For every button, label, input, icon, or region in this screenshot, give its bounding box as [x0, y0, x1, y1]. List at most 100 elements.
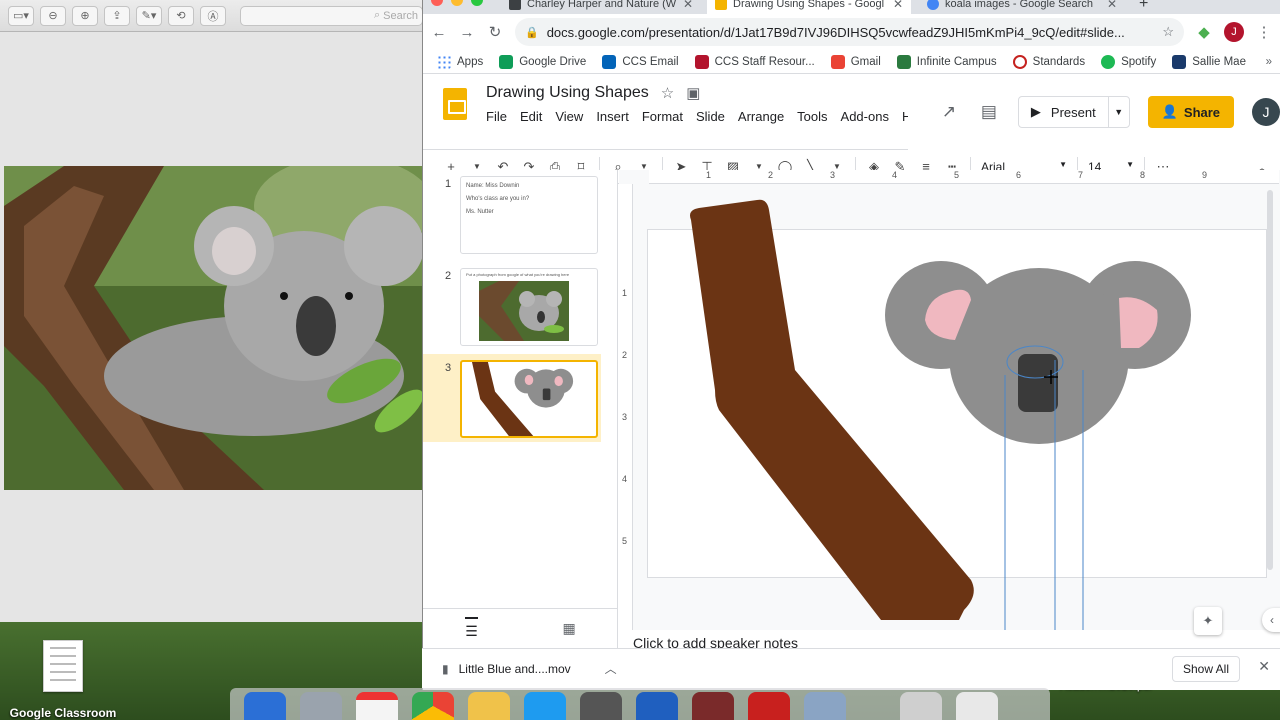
slide-thumbnail-row-selected[interactable]: 3 — [423, 354, 601, 442]
explore-icon[interactable]: ✦ — [1194, 607, 1222, 635]
star-icon[interactable]: ☆ — [661, 84, 674, 102]
menu-add-ons[interactable]: Add-ons — [841, 109, 889, 124]
browser-tab[interactable]: koala images - Google Search ✕ — [919, 0, 1125, 14]
menu-file[interactable]: File — [486, 109, 507, 124]
account-avatar[interactable]: J — [1252, 98, 1280, 126]
bookmark-gmail[interactable]: Gmail — [830, 54, 881, 69]
slide-thumbnail[interactable]: Put a photograph from google of what you… — [460, 268, 598, 346]
menu-format[interactable]: Format — [642, 109, 683, 124]
share-icon[interactable]: ⇪ — [104, 5, 130, 26]
menu-tools[interactable]: Tools — [797, 109, 827, 124]
close-tab-icon[interactable]: ✕ — [683, 0, 693, 11]
present-button[interactable]: ▶ Present ▼ — [1017, 96, 1130, 128]
filmstrip-view-icon[interactable]: ☰ — [465, 617, 478, 640]
sidebar-toggle-button[interactable]: ▭▾ — [8, 5, 34, 26]
desktop-icon-label: Google Classroom — [9, 706, 117, 720]
chrome-icon[interactable] — [412, 692, 454, 720]
more-bookmarks-icon[interactable]: » — [1266, 56, 1272, 68]
slide-canvas-area: 1 2 3 4 5 6 7 8 9 1 2 3 4 5 — [619, 170, 1280, 648]
zoom-out-button[interactable]: ⊖ — [40, 5, 66, 26]
close-icon[interactable]: ✕ — [1258, 658, 1270, 675]
browser-tab-active[interactable]: Drawing Using Shapes - Googl ✕ — [707, 0, 911, 14]
annotate-icon[interactable]: Ⓐ — [200, 5, 226, 26]
trash-icon[interactable] — [956, 692, 998, 720]
minimize-window-button[interactable] — [451, 0, 463, 6]
acrobat-icon[interactable] — [748, 692, 790, 720]
bookmark-label: Google Drive — [519, 55, 587, 68]
address-bar[interactable]: 🔒 docs.google.com/presentation/d/1Jat17B… — [515, 18, 1184, 46]
chevron-up-icon[interactable]: ︿ — [605, 660, 617, 677]
bookmark-ccs-staff[interactable]: CCS Staff Resour... — [694, 54, 815, 69]
close-tab-icon[interactable]: ✕ — [893, 0, 903, 11]
photo-booth-icon[interactable] — [692, 692, 734, 720]
share-button[interactable]: 👤 Share — [1147, 96, 1235, 128]
desktop-file-icon[interactable]: Google Classroom — [8, 640, 118, 720]
slide-thumbnail[interactable]: Name: Miss Downin Who's class are you in… — [460, 176, 598, 254]
bookmark-google-drive[interactable]: Google Drive — [499, 54, 587, 69]
tab-favicon-icon — [927, 0, 939, 10]
profile-avatar[interactable]: J — [1224, 22, 1244, 42]
grid-view-icon[interactable]: ▦ — [562, 620, 575, 637]
bookmark-star-icon[interactable]: ☆ — [1162, 24, 1174, 40]
downloads-bar: ▮ Little Blue and....mov ︿ Show All ✕ — [422, 648, 1280, 688]
side-panel-chevron-icon[interactable]: ‹ — [1262, 608, 1280, 632]
finder-icon[interactable] — [244, 692, 286, 720]
bookmark-label: CCS Staff Resour... — [714, 55, 815, 68]
bookmark-apps[interactable]: Apps — [437, 54, 483, 69]
spotify-icon — [1101, 54, 1116, 69]
menu-bar: File Edit View Insert Format Slide Arran… — [486, 109, 919, 124]
bookmark-spotify[interactable]: Spotify — [1101, 54, 1156, 69]
back-icon[interactable]: ← — [431, 24, 447, 41]
slide-thumbnail-row[interactable]: 2 Put a photograph from google of what y… — [423, 262, 601, 346]
slides-header: Drawing Using Shapes ☆ ▣ File Edit View … — [423, 74, 1280, 150]
show-all-button[interactable]: Show All — [1171, 656, 1240, 682]
menu-insert[interactable]: Insert — [596, 109, 629, 124]
pages-icon[interactable] — [468, 692, 510, 720]
person-add-icon: 👤 — [1161, 104, 1178, 119]
menu-view[interactable]: View — [555, 109, 583, 124]
safari-icon[interactable] — [524, 692, 566, 720]
menu-icon[interactable]: ⋮ — [1256, 23, 1272, 41]
launchpad-icon[interactable] — [300, 692, 342, 720]
documents-stack-icon[interactable] — [900, 692, 942, 720]
markup-button[interactable]: ✎▾ — [136, 5, 162, 26]
zoom-window-button[interactable] — [471, 0, 483, 6]
move-folder-icon[interactable]: ▣ — [686, 84, 700, 102]
bookmark-infinite-campus[interactable]: Infinite Campus — [896, 54, 997, 69]
apps-grid-icon — [437, 54, 451, 69]
bookmark-label: Infinite Campus — [916, 55, 997, 68]
extension-icon[interactable]: ◆ — [1196, 23, 1212, 41]
new-tab-button[interactable]: + — [1139, 0, 1159, 14]
app-icon[interactable] — [636, 692, 678, 720]
preview-window: ▭▾ ⊖ ⊕ ⇪ ✎▾ ⟲ Ⓐ ⌕ Search — [0, 0, 424, 622]
download-item[interactable]: ▮ Little Blue and....mov ︿ — [442, 660, 617, 677]
slides-logo-icon[interactable] — [443, 88, 467, 120]
bookmark-sallie-mae[interactable]: Sallie Mae — [1172, 54, 1246, 69]
url-text: docs.google.com/presentation/d/1Jat17B9d… — [546, 24, 1125, 40]
document-title[interactable]: Drawing Using Shapes — [486, 84, 649, 102]
bookmark-standards[interactable]: Standards — [1012, 54, 1085, 69]
menu-slide[interactable]: Slide — [696, 109, 725, 124]
ccs-icon — [694, 54, 709, 69]
speaker-notes[interactable]: Click to add speaker notes — [619, 630, 1280, 648]
browser-tab[interactable]: Charley Harper and Nature (W ✕ — [501, 0, 701, 14]
rotate-button[interactable]: ⟲ — [168, 5, 194, 26]
app-icon[interactable] — [580, 692, 622, 720]
preview-icon[interactable] — [804, 692, 846, 720]
preview-search-input[interactable]: ⌕ Search — [240, 5, 423, 26]
present-dropdown-icon[interactable]: ▼ — [1109, 97, 1129, 127]
close-tab-icon[interactable]: ✕ — [1107, 0, 1117, 11]
window-controls — [431, 0, 483, 6]
close-window-button[interactable] — [431, 0, 443, 6]
comments-icon[interactable]: ▤ — [978, 102, 1000, 122]
menu-edit[interactable]: Edit — [520, 109, 542, 124]
forward-icon[interactable]: → — [459, 24, 475, 41]
slide-thumbnail[interactable] — [460, 360, 598, 438]
reload-icon[interactable]: ↻ — [487, 23, 503, 41]
slide-thumbnail-row[interactable]: 1 Name: Miss Downin Who's class are you … — [423, 170, 601, 254]
bookmark-ccs-email[interactable]: CCS Email — [602, 54, 679, 69]
zoom-in-button[interactable]: ⊕ — [72, 5, 98, 26]
menu-arrange[interactable]: Arrange — [738, 109, 784, 124]
calendar-icon[interactable] — [356, 692, 398, 720]
activity-trend-icon[interactable]: ↗ — [938, 102, 960, 122]
